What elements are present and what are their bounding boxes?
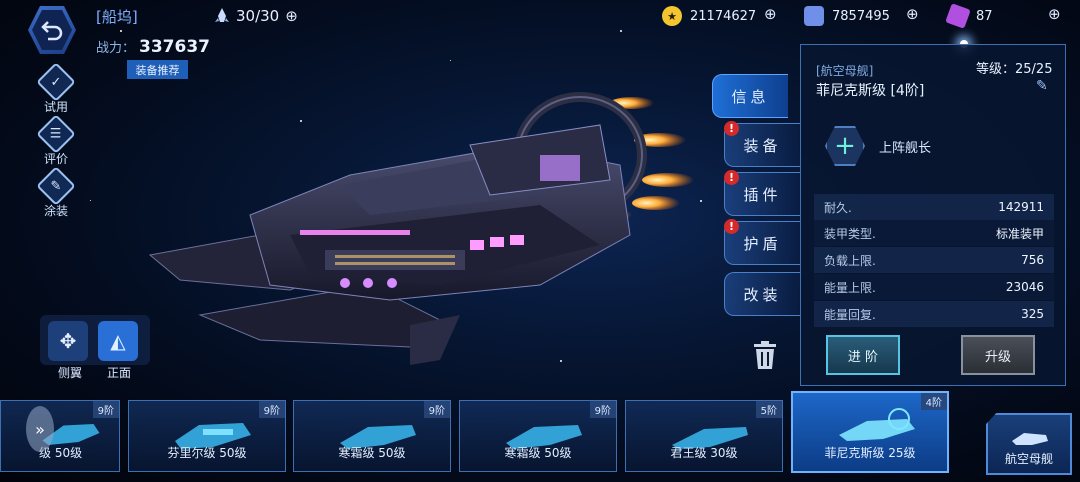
ship-card-name: 芬里尔级 50级 (167, 446, 247, 460)
star (450, 60, 451, 61)
stat-value: 标准装甲 (995, 226, 1044, 241)
scroll-left-icon[interactable]: » (26, 406, 54, 452)
add-gold-button[interactable]: ⊕ (764, 5, 777, 23)
page-title: [船坞] (96, 8, 138, 26)
ship-card[interactable]: 9阶 级 50级 (0, 400, 120, 472)
edit-icon[interactable]: ✎ (1036, 78, 1052, 94)
star (120, 30, 122, 32)
carrier-ship-model[interactable] (140, 85, 700, 375)
alert-badge-icon: ! (724, 219, 739, 234)
tier-badge: 9阶 (92, 401, 119, 418)
tab-info[interactable]: 信息 (712, 74, 788, 118)
crystal-value: 7857495 (832, 8, 890, 24)
move-arrows-icon[interactable]: ✥ (48, 321, 88, 361)
ship-card-name: 菲尼克斯级 25级 (824, 446, 916, 460)
crystal-ore-icon (804, 6, 824, 26)
trial-icon: ✓ (36, 62, 76, 102)
ship-type: [航空母舰] (816, 64, 874, 78)
stat-name: 负载上限. (824, 253, 876, 268)
tier-badge: 4阶 (920, 393, 947, 410)
carrier-icon (1012, 433, 1048, 445)
gem-value: 87 (976, 8, 993, 24)
back-button[interactable] (28, 6, 76, 54)
stat-name: 能量上限. (824, 280, 876, 295)
captain-slot-label: 上阵舰长 (879, 141, 932, 156)
ship-card[interactable]: 9阶 芬里尔级 50级 (128, 400, 286, 472)
stat-name: 能量回复. (824, 307, 876, 322)
rocket-icon (215, 8, 229, 22)
star (620, 30, 622, 32)
equipment-recommend-button[interactable]: 装备推荐 (127, 60, 188, 79)
ship-card-selected[interactable]: 4阶 菲尼克斯级 25级 (791, 391, 949, 473)
front-view-icon[interactable]: ◭ (98, 321, 138, 361)
stat-row: 负载上限. 756 (814, 247, 1054, 273)
stat-name: 耐久. (824, 200, 852, 215)
add-fleet-button[interactable]: ⊕ (285, 7, 298, 25)
upgrade-button[interactable]: 升级 (961, 335, 1035, 375)
tier-badge: 9阶 (258, 401, 285, 418)
stat-name: 装甲类型. (824, 226, 876, 241)
stat-value: 142911 (998, 200, 1044, 214)
ship-card-name: 寒霜级 50级 (338, 446, 406, 460)
review-button[interactable]: ☰ 评价 (34, 114, 78, 167)
ship-card[interactable]: 9阶 寒霜级 50级 (459, 400, 617, 472)
trial-button[interactable]: ✓ 试用 (34, 62, 78, 115)
stat-value: 23046 (1005, 280, 1044, 294)
ship-card[interactable]: 9阶 寒霜级 50级 (293, 400, 451, 472)
review-icon: ☰ (36, 114, 76, 154)
gold-value: 21174627 (690, 8, 757, 24)
stat-row: 能量回复. 325 (814, 301, 1054, 327)
resource-gold: ★ 21174627 (662, 5, 756, 27)
ship-card-name: 寒霜级 50级 (504, 446, 572, 460)
tier-badge: 5阶 (755, 401, 782, 418)
fleet-capacity: 30/30 ⊕ (214, 7, 298, 25)
star (90, 200, 91, 201)
ship-card-name: 君王级 30级 (670, 446, 738, 460)
stat-row: 能量上限. 23046 (814, 274, 1054, 300)
resource-crystal: 7857495 (804, 5, 890, 27)
alert-badge-icon: ! (724, 170, 739, 185)
ship-name: 菲尼克斯级 [4阶] (816, 83, 925, 99)
ship-thumbnail-icon (839, 408, 915, 441)
ship-card-name: 级 50级 (39, 446, 83, 460)
fleet-count-value: 30/30 (236, 7, 280, 25)
ship-card[interactable]: 5阶 君王级 30级 (625, 400, 783, 472)
star (700, 200, 702, 202)
stat-value: 325 (1021, 307, 1044, 321)
stat-row: 装甲类型. 标准装甲 (814, 220, 1054, 246)
tier-badge: 9阶 (589, 401, 616, 418)
tier-badge: 9阶 (423, 401, 450, 418)
tab-modify[interactable]: 改装 (724, 272, 800, 316)
trash-icon[interactable] (752, 340, 778, 370)
paint-icon: ✎ (36, 166, 76, 206)
alert-badge-icon: ! (724, 121, 739, 136)
ship-level: 等级：25/25 (976, 62, 1053, 77)
game-scene: [船坞] 30/30 ⊕ 战力： 337637 装备推荐 ★ 21174627 ⊕… (0, 0, 1080, 482)
purple-gem-icon (945, 3, 971, 29)
resource-gem: 87 (945, 3, 993, 29)
back-arrow-icon (32, 10, 72, 50)
front-view-label: 正面 (107, 366, 132, 380)
category-label: 航空母舰 (1004, 452, 1053, 466)
power-value: 337637 (139, 37, 210, 57)
combat-power: 战力： 337637 (96, 37, 210, 57)
category-carrier-button[interactable]: 航空母舰 (986, 413, 1072, 475)
gold-coin-icon: ★ (662, 6, 682, 26)
add-crystal-button[interactable]: ⊕ (906, 5, 919, 23)
stat-value: 756 (1021, 253, 1044, 267)
power-label: 战力： (96, 41, 136, 56)
paint-button[interactable]: ✎ 涂装 (34, 166, 78, 219)
advance-button[interactable]: 进 阶 (826, 335, 900, 375)
flank-view-label: 侧翼 (58, 366, 83, 380)
stat-row: 耐久. 142911 (814, 194, 1054, 220)
add-gem-button[interactable]: ⊕ (1048, 5, 1061, 23)
